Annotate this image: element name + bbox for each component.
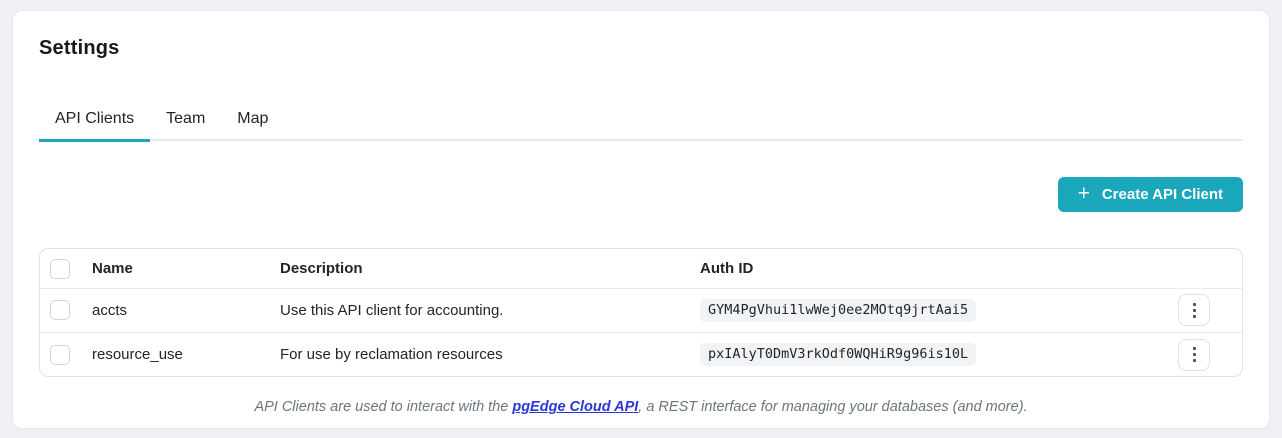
auth-id-badge: GYM4PgVhui1lwWej0ee2MOtq9jrtAai5 [700,298,977,322]
footer-note: API Clients are used to interact with th… [39,399,1243,415]
table-header-row: Name Description Auth ID [40,249,1242,288]
kebab-menu-icon [1192,308,1196,312]
page-title: Settings [39,37,120,59]
tab-bar: API Clients Team Map [39,102,1243,142]
pgedge-cloud-api-link[interactable]: pgEdge Cloud API [512,399,638,415]
tab-api-clients[interactable]: API Clients [39,102,151,142]
settings-card: Settings API Clients Team Map + Create A… [12,10,1270,429]
footer-text-before: API Clients are used to interact with th… [254,399,513,416]
tab-team[interactable]: Team [150,102,221,141]
column-header-name: Name [92,260,133,277]
create-api-client-button[interactable]: + Create API Client [1057,177,1243,213]
create-api-client-label: Create API Client [1101,186,1223,204]
toolbar: + Create API Client [39,177,1243,213]
auth-id-badge: pxIAlyT0DmV3rkOdf0WQHiR9g96is10L [700,343,977,366]
api-clients-table: Name Description Auth ID accts Use this … [39,248,1243,378]
client-description: Use this API client for accounting. [280,287,700,333]
row-actions-button[interactable] [1178,294,1210,327]
select-all-checkbox[interactable] [50,258,70,279]
row-checkbox[interactable] [50,300,70,321]
kebab-menu-icon [1192,353,1196,356]
client-name: resource_use [92,331,280,377]
client-name: accts [92,287,280,333]
client-description: For use by reclamation resources [280,331,700,377]
footer-text-after: , a REST interface for managing your dat… [638,399,1028,416]
table-row: accts Use this API client for accounting… [40,287,1242,333]
column-header-description: Description [280,260,363,277]
table-row: resource_use For use by reclamation reso… [40,331,1242,377]
column-header-auth-id: Auth ID [700,260,754,277]
plus-icon: + [1077,182,1090,206]
row-checkbox[interactable] [50,344,70,365]
row-actions-button[interactable] [1178,338,1210,371]
tab-map[interactable]: Map [221,102,284,141]
